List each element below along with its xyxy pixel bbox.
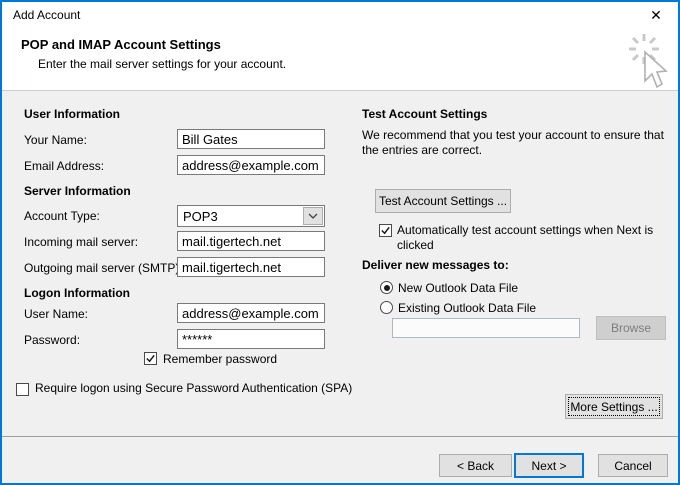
- auto-test-checkbox[interactable]: [379, 224, 392, 237]
- close-icon: ✕: [650, 6, 662, 23]
- incoming-server-label: Incoming mail server:: [24, 235, 139, 249]
- window-title: Add Account: [13, 8, 81, 22]
- deliver-heading: Deliver new messages to:: [362, 258, 509, 272]
- user-name-input[interactable]: [177, 303, 325, 323]
- spa-checkbox[interactable]: [16, 383, 29, 396]
- auto-test-label[interactable]: Automatically test account settings when…: [397, 223, 659, 253]
- password-input[interactable]: [177, 329, 325, 349]
- remember-password-checkbox[interactable]: [144, 352, 157, 365]
- user-info-heading: User Information: [24, 107, 121, 121]
- outgoing-server-label: Outgoing mail server (SMTP):: [24, 261, 183, 275]
- page-subtitle: Enter the mail server settings for your …: [38, 57, 287, 71]
- existing-data-file-label[interactable]: Existing Outlook Data File: [398, 301, 536, 315]
- spa-label[interactable]: Require logon using Secure Password Auth…: [35, 381, 383, 396]
- check-icon: [381, 226, 390, 235]
- email-address-input[interactable]: [177, 155, 325, 175]
- check-icon: [146, 354, 155, 363]
- busy-cursor-icon: [629, 34, 668, 89]
- footer-separator: [2, 436, 678, 437]
- account-type-value: POP3: [183, 208, 218, 224]
- title-bar: Add Account ✕: [2, 2, 678, 28]
- next-button[interactable]: Next >: [514, 453, 584, 478]
- page-title: POP and IMAP Account Settings: [21, 37, 221, 52]
- test-account-settings-button[interactable]: Test Account Settings ...: [375, 189, 511, 213]
- password-label: Password:: [24, 333, 81, 347]
- add-account-dialog: Add Account ✕ POP and IMAP Account Setti…: [0, 0, 680, 485]
- browse-button: Browse: [596, 316, 666, 340]
- outgoing-server-input[interactable]: [177, 257, 325, 277]
- new-data-file-radio[interactable]: [380, 281, 393, 294]
- existing-data-file-radio[interactable]: [380, 301, 393, 314]
- new-data-file-label[interactable]: New Outlook Data File: [398, 281, 518, 295]
- account-type-select[interactable]: POP3: [177, 205, 325, 227]
- chevron-down-icon[interactable]: [303, 207, 323, 225]
- data-file-path-input: [392, 318, 580, 338]
- your-name-input[interactable]: [177, 129, 325, 149]
- cancel-button-label: Cancel: [614, 458, 652, 473]
- radio-dot-icon: [383, 284, 390, 291]
- logon-info-heading: Logon Information: [24, 286, 130, 300]
- wizard-banner: POP and IMAP Account Settings Enter the …: [2, 28, 678, 91]
- incoming-server-input[interactable]: [177, 231, 325, 251]
- more-settings-button[interactable]: More Settings ...: [565, 394, 663, 419]
- test-account-settings-button-label: Test Account Settings ...: [378, 194, 508, 208]
- test-settings-description: We recommend that you test your account …: [362, 128, 664, 157]
- server-info-heading: Server Information: [24, 184, 131, 198]
- browse-button-label: Browse: [610, 321, 651, 335]
- user-name-label: User Name:: [24, 307, 89, 321]
- back-button-label: < Back: [456, 458, 495, 473]
- email-address-label: Email Address:: [24, 159, 105, 173]
- cancel-button[interactable]: Cancel: [598, 454, 668, 477]
- back-button[interactable]: < Back: [439, 454, 512, 477]
- close-button[interactable]: ✕: [634, 2, 678, 28]
- your-name-label: Your Name:: [24, 133, 87, 147]
- account-type-label: Account Type:: [24, 209, 100, 223]
- remember-password-label[interactable]: Remember password: [163, 352, 277, 366]
- next-button-label: Next >: [531, 458, 567, 473]
- test-settings-heading: Test Account Settings: [362, 107, 488, 121]
- more-settings-button-label: More Settings ...: [570, 399, 658, 414]
